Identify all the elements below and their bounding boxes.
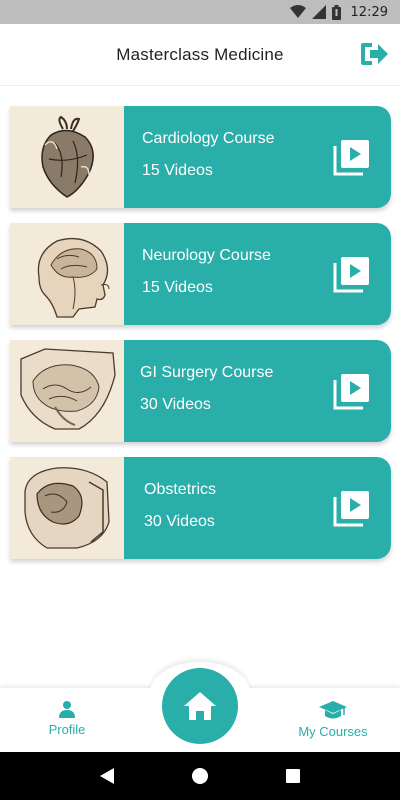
video-library-icon[interactable] — [333, 372, 371, 410]
nav-profile-label: Profile — [48, 722, 86, 737]
course-video-count: 30 Videos — [144, 513, 215, 530]
bottom-nav: Profile My Courses — [0, 662, 400, 752]
course-thumbnail — [10, 106, 124, 208]
course-card-obstetrics[interactable]: Obstetrics 30 Videos — [10, 457, 391, 559]
recents-button[interactable] — [281, 764, 305, 788]
nav-my-courses[interactable]: My Courses — [290, 700, 376, 739]
video-library-icon[interactable] — [333, 138, 371, 176]
battery-icon — [331, 4, 341, 20]
recents-square-icon — [286, 769, 301, 783]
course-card-cardiology[interactable]: Cardiology Course 15 Videos — [10, 106, 391, 208]
course-body: GI Surgery Course 30 Videos — [124, 340, 391, 442]
nav-my-courses-label: My Courses — [298, 724, 368, 739]
home-icon — [184, 692, 216, 720]
app-header: Masterclass Medicine — [0, 24, 400, 86]
logout-button[interactable] — [358, 38, 390, 70]
system-home-button[interactable] — [188, 764, 212, 788]
nav-profile[interactable]: Profile — [38, 700, 96, 737]
course-title: Cardiology Course — [142, 130, 275, 147]
system-nav-bar — [0, 752, 400, 800]
heart-illustration-icon — [41, 115, 94, 198]
back-button[interactable] — [95, 764, 119, 788]
course-title: Neurology Course — [142, 247, 271, 264]
abdomen-illustration-icon — [20, 348, 116, 430]
course-video-count: 15 Videos — [142, 279, 213, 296]
course-thumbnail — [10, 223, 124, 325]
course-body: Neurology Course 15 Videos — [124, 223, 391, 325]
person-icon — [59, 701, 75, 718]
course-video-count: 15 Videos — [142, 162, 213, 179]
course-thumbnail — [10, 457, 124, 559]
signal-icon — [311, 5, 326, 19]
course-title: Obstetrics — [144, 481, 217, 498]
course-thumbnail — [10, 340, 124, 442]
course-body: Obstetrics 30 Videos — [124, 457, 391, 559]
video-library-icon[interactable] — [333, 489, 371, 527]
status-bar: 12:29 — [0, 0, 400, 24]
graduation-cap-icon — [319, 701, 347, 719]
back-triangle-icon — [99, 768, 114, 784]
wifi-icon — [289, 5, 306, 19]
brain-head-illustration-icon — [37, 237, 110, 318]
course-list: Cardiology Course 15 Videos Neurology Co… — [10, 106, 391, 574]
video-library-icon[interactable] — [333, 255, 371, 293]
home-button[interactable] — [162, 668, 238, 744]
screen: 12:29 Masterclass Medicine Cardiology Co… — [0, 0, 400, 800]
page-title: Masterclass Medicine — [116, 44, 284, 64]
course-video-count: 30 Videos — [140, 396, 211, 413]
pelvis-illustration-icon — [24, 467, 110, 549]
logout-icon — [361, 43, 388, 65]
course-title: GI Surgery Course — [140, 364, 274, 381]
course-body: Cardiology Course 15 Videos — [124, 106, 391, 208]
home-circle-icon — [191, 768, 208, 784]
course-card-neurology[interactable]: Neurology Course 15 Videos — [10, 223, 391, 325]
status-time: 12:29 — [350, 4, 388, 20]
course-card-gi-surgery[interactable]: GI Surgery Course 30 Videos — [10, 340, 391, 442]
